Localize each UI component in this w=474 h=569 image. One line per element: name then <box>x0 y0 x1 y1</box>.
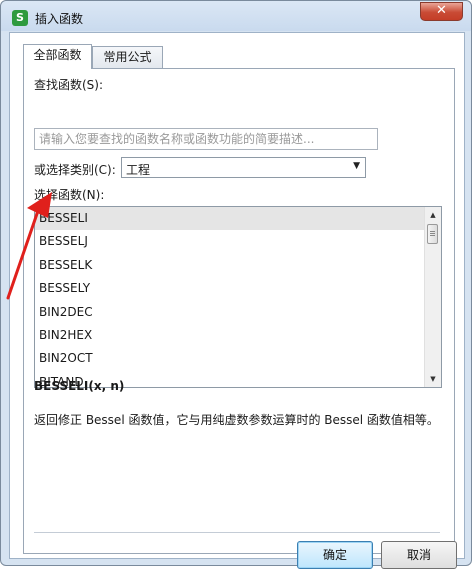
vertical-scrollbar[interactable]: ▲ ▼ <box>424 207 441 387</box>
list-item[interactable]: BIN2DEC <box>35 301 441 324</box>
insert-function-dialog: S 插入函数 ✕ 全部函数 常用公式 查找函数(S): 请输入您要查找的函数名称… <box>0 0 472 569</box>
function-list-label: 选择函数(N): <box>34 188 105 202</box>
list-item[interactable]: BIN2HEX <box>35 324 441 347</box>
list-item[interactable]: BIN2OCT <box>35 347 441 370</box>
tab-all-functions[interactable]: 全部函数 <box>23 44 92 69</box>
function-signature: BESSELI(x, n) <box>34 379 125 393</box>
list-item[interactable]: BESSELJ <box>35 230 441 253</box>
scrollbar-thumb[interactable] <box>427 224 438 244</box>
wps-spreadsheet-icon: S <box>12 10 28 26</box>
cancel-button[interactable]: 取消 <box>381 541 457 569</box>
search-input[interactable]: 请输入您要查找的函数名称或函数功能的简要描述... <box>34 128 378 150</box>
close-button[interactable]: ✕ <box>420 2 463 21</box>
chevron-down-icon: ▼ <box>353 161 360 171</box>
dialog-body: 全部函数 常用公式 查找函数(S): 请输入您要查找的函数名称或函数功能的简要描… <box>9 32 465 569</box>
dialog-title: 插入函数 <box>35 12 84 26</box>
list-item[interactable]: BESSELK <box>35 254 441 277</box>
ok-button[interactable]: 确定 <box>297 541 373 569</box>
category-select[interactable]: 工程 ▼ <box>121 157 366 178</box>
function-list[interactable]: BESSELI BESSELJ BESSELK BESSELY BIN2DEC … <box>34 206 442 388</box>
list-item[interactable]: BESSELY <box>35 277 441 300</box>
category-label: 或选择类别(C): <box>34 163 116 177</box>
divider <box>34 532 440 533</box>
all-functions-panel: 查找函数(S): 请输入您要查找的函数名称或函数功能的简要描述... 或选择类别… <box>23 68 457 569</box>
scroll-down-arrow-icon[interactable]: ▼ <box>425 371 441 387</box>
list-item[interactable]: BESSELI <box>35 207 441 231</box>
title-bar[interactable]: S 插入函数 ✕ <box>1 1 471 31</box>
close-icon: ✕ <box>436 3 447 18</box>
search-label: 查找函数(S): <box>34 78 104 92</box>
category-value: 工程 <box>126 163 151 177</box>
scroll-up-arrow-icon[interactable]: ▲ <box>425 207 441 223</box>
tab-common-formulas[interactable]: 常用公式 <box>92 46 163 68</box>
function-description: 返回修正 Bessel 函数值，它与用纯虚数参数运算时的 Bessel 函数值相… <box>34 413 439 427</box>
